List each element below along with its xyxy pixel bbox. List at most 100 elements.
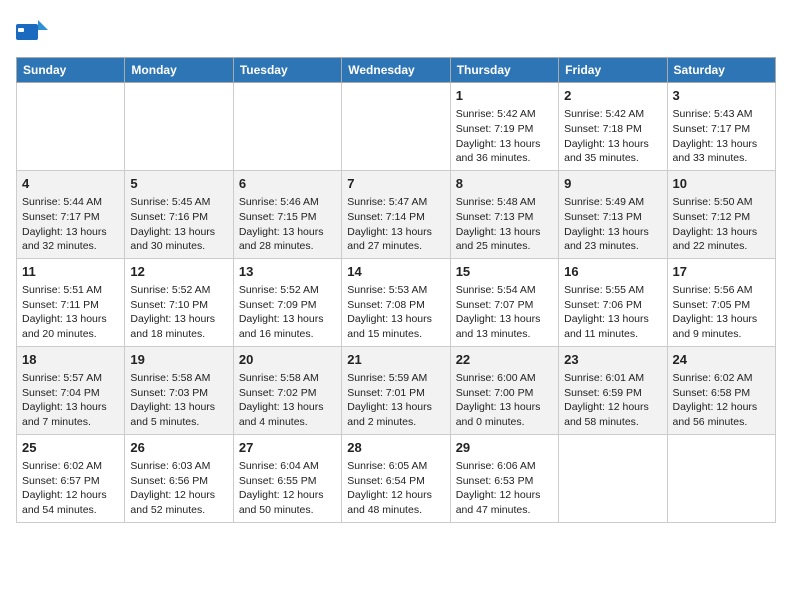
logo-icon [16,16,48,49]
day-info: Sunrise: 5:58 AM Sunset: 7:03 PM Dayligh… [130,371,227,430]
calendar-cell: 10 Sunrise: 5:50 AM Sunset: 7:12 PM Dayli… [667,170,775,258]
day-number: 27 [239,439,336,457]
day-info: Sunrise: 5:45 AM Sunset: 7:16 PM Dayligh… [130,195,227,254]
day-info: Sunrise: 5:56 AM Sunset: 7:05 PM Dayligh… [673,283,770,342]
calendar-week-row: 1Sunrise: 5:42 AM Sunset: 7:19 PM Daylig… [17,83,776,171]
day-number: 6 [239,175,336,193]
day-number: 20 [239,351,336,369]
day-number: 5 [130,175,227,193]
day-number: 26 [130,439,227,457]
calendar-cell: 25Sunrise: 6:02 AM Sunset: 6:57 PM Dayli… [17,434,125,522]
calendar-cell: 15 Sunrise: 5:54 AM Sunset: 7:07 PM Dayli… [450,258,558,346]
day-number: 24 [673,351,770,369]
day-header-thursday: Thursday [450,58,558,83]
day-info: Sunrise: 6:01 AM Sunset: 6:59 PM Dayligh… [564,371,661,430]
calendar-cell: 12 Sunrise: 5:52 AM Sunset: 7:10 PM Dayli… [125,258,233,346]
day-info: Sunrise: 5:47 AM Sunset: 7:14 PM Dayligh… [347,195,444,254]
day-number: 4 [22,175,119,193]
calendar-cell: 28Sunrise: 6:05 AM Sunset: 6:54 PM Dayli… [342,434,450,522]
calendar-cell [559,434,667,522]
calendar-week-row: 11 Sunrise: 5:51 AM Sunset: 7:11 PM Dayli… [17,258,776,346]
day-number: 21 [347,351,444,369]
day-number: 18 [22,351,119,369]
calendar-cell: 14Sunrise: 5:53 AM Sunset: 7:08 PM Dayli… [342,258,450,346]
day-number: 2 [564,87,661,105]
calendar-cell: 8 Sunrise: 5:48 AM Sunset: 7:13 PM Daylig… [450,170,558,258]
calendar-cell: 20 Sunrise: 5:58 AM Sunset: 7:02 PM Dayli… [233,346,341,434]
day-info: Sunrise: 6:02 AM Sunset: 6:58 PM Dayligh… [673,371,770,430]
calendar-cell [342,83,450,171]
day-number: 15 [456,263,553,281]
day-info: Sunrise: 5:55 AM Sunset: 7:06 PM Dayligh… [564,283,661,342]
calendar-cell: 2 Sunrise: 5:42 AM Sunset: 7:18 PM Daylig… [559,83,667,171]
day-info: Sunrise: 6:06 AM Sunset: 6:53 PM Dayligh… [456,459,553,518]
day-info: Sunrise: 5:48 AM Sunset: 7:13 PM Dayligh… [456,195,553,254]
calendar-cell: 27 Sunrise: 6:04 AM Sunset: 6:55 PM Dayli… [233,434,341,522]
calendar-header-row: SundayMondayTuesdayWednesdayThursdayFrid… [17,58,776,83]
day-info: Sunrise: 5:59 AM Sunset: 7:01 PM Dayligh… [347,371,444,430]
day-number: 12 [130,263,227,281]
calendar-week-row: 18 Sunrise: 5:57 AM Sunset: 7:04 PM Dayli… [17,346,776,434]
day-info: Sunrise: 5:43 AM Sunset: 7:17 PM Dayligh… [673,107,770,166]
day-info: Sunrise: 6:04 AM Sunset: 6:55 PM Dayligh… [239,459,336,518]
calendar-cell: 6 Sunrise: 5:46 AM Sunset: 7:15 PM Daylig… [233,170,341,258]
calendar-cell: 17Sunrise: 5:56 AM Sunset: 7:05 PM Dayli… [667,258,775,346]
day-header-saturday: Saturday [667,58,775,83]
day-info: Sunrise: 5:46 AM Sunset: 7:15 PM Dayligh… [239,195,336,254]
calendar-cell: 29 Sunrise: 6:06 AM Sunset: 6:53 PM Dayli… [450,434,558,522]
day-info: Sunrise: 5:54 AM Sunset: 7:07 PM Dayligh… [456,283,553,342]
calendar-cell: 18 Sunrise: 5:57 AM Sunset: 7:04 PM Dayli… [17,346,125,434]
day-info: Sunrise: 5:57 AM Sunset: 7:04 PM Dayligh… [22,371,119,430]
day-number: 19 [130,351,227,369]
day-header-friday: Friday [559,58,667,83]
calendar-cell: 22 Sunrise: 6:00 AM Sunset: 7:00 PM Dayli… [450,346,558,434]
day-number: 10 [673,175,770,193]
calendar-cell: 16 Sunrise: 5:55 AM Sunset: 7:06 PM Dayli… [559,258,667,346]
day-info: Sunrise: 5:52 AM Sunset: 7:09 PM Dayligh… [239,283,336,342]
day-number: 25 [22,439,119,457]
day-number: 28 [347,439,444,457]
calendar-table: SundayMondayTuesdayWednesdayThursdayFrid… [16,57,776,523]
calendar-cell: 19 Sunrise: 5:58 AM Sunset: 7:03 PM Dayli… [125,346,233,434]
day-info: Sunrise: 5:44 AM Sunset: 7:17 PM Dayligh… [22,195,119,254]
day-number: 29 [456,439,553,457]
calendar-week-row: 4 Sunrise: 5:44 AM Sunset: 7:17 PM Daylig… [17,170,776,258]
calendar-cell: 23 Sunrise: 6:01 AM Sunset: 6:59 PM Dayli… [559,346,667,434]
day-info: Sunrise: 6:03 AM Sunset: 6:56 PM Dayligh… [130,459,227,518]
calendar-cell [233,83,341,171]
logo [16,16,52,49]
calendar-cell: 11 Sunrise: 5:51 AM Sunset: 7:11 PM Dayli… [17,258,125,346]
day-info: Sunrise: 5:52 AM Sunset: 7:10 PM Dayligh… [130,283,227,342]
calendar-week-row: 25Sunrise: 6:02 AM Sunset: 6:57 PM Dayli… [17,434,776,522]
day-header-tuesday: Tuesday [233,58,341,83]
day-number: 11 [22,263,119,281]
day-number: 23 [564,351,661,369]
day-header-sunday: Sunday [17,58,125,83]
day-info: Sunrise: 5:49 AM Sunset: 7:13 PM Dayligh… [564,195,661,254]
day-number: 14 [347,263,444,281]
day-header-monday: Monday [125,58,233,83]
calendar-cell: 4 Sunrise: 5:44 AM Sunset: 7:17 PM Daylig… [17,170,125,258]
calendar-cell: 5 Sunrise: 5:45 AM Sunset: 7:16 PM Daylig… [125,170,233,258]
day-info: Sunrise: 5:50 AM Sunset: 7:12 PM Dayligh… [673,195,770,254]
calendar-cell [125,83,233,171]
calendar-cell: 7 Sunrise: 5:47 AM Sunset: 7:14 PM Daylig… [342,170,450,258]
day-info: Sunrise: 6:00 AM Sunset: 7:00 PM Dayligh… [456,371,553,430]
calendar-cell: 9Sunrise: 5:49 AM Sunset: 7:13 PM Daylig… [559,170,667,258]
calendar-cell: 1Sunrise: 5:42 AM Sunset: 7:19 PM Daylig… [450,83,558,171]
day-number: 3 [673,87,770,105]
day-number: 22 [456,351,553,369]
calendar-cell: 13Sunrise: 5:52 AM Sunset: 7:09 PM Dayli… [233,258,341,346]
day-header-wednesday: Wednesday [342,58,450,83]
day-info: Sunrise: 5:58 AM Sunset: 7:02 PM Dayligh… [239,371,336,430]
calendar-cell [17,83,125,171]
day-info: Sunrise: 5:51 AM Sunset: 7:11 PM Dayligh… [22,283,119,342]
page-header [16,16,776,49]
day-number: 1 [456,87,553,105]
day-number: 7 [347,175,444,193]
day-number: 16 [564,263,661,281]
calendar-cell [667,434,775,522]
day-number: 8 [456,175,553,193]
day-info: Sunrise: 5:42 AM Sunset: 7:18 PM Dayligh… [564,107,661,166]
calendar-cell: 24 Sunrise: 6:02 AM Sunset: 6:58 PM Dayli… [667,346,775,434]
